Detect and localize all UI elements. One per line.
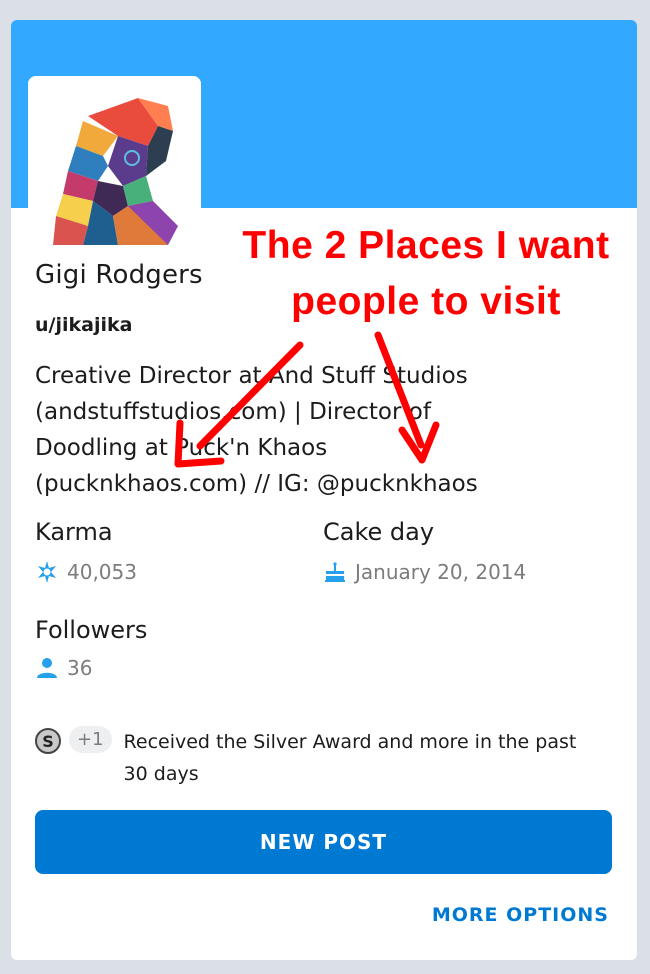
profile-bio: Creative Director at And Stuff Studios (… bbox=[35, 363, 478, 497]
karma-icon bbox=[35, 560, 59, 584]
karma-value-row: 40,053 bbox=[35, 560, 137, 584]
annotation-line-1: The 2 Places I want bbox=[242, 224, 610, 267]
award-count-badge: +1 bbox=[69, 726, 112, 753]
cake-icon bbox=[323, 560, 347, 584]
followers-value-row[interactable]: 36 bbox=[35, 656, 92, 680]
cake-day-value: January 20, 2014 bbox=[355, 560, 527, 584]
person-icon bbox=[35, 656, 59, 680]
followers-value: 36 bbox=[67, 656, 93, 680]
username[interactable]: u/jikajika bbox=[35, 314, 132, 336]
cake-day-label: Cake day bbox=[323, 518, 435, 546]
cake-day-value-row: January 20, 2014 bbox=[323, 560, 526, 584]
annotation-line-2: people to visit bbox=[291, 280, 561, 323]
followers-label: Followers bbox=[35, 616, 148, 644]
award-text: Received the Silver Award and more in th… bbox=[123, 731, 577, 785]
award-row[interactable]: S +1 Received the Silver Award and more … bbox=[35, 726, 605, 790]
avatar[interactable] bbox=[28, 76, 201, 245]
avatar-image bbox=[28, 76, 201, 245]
karma-value: 40,053 bbox=[67, 560, 137, 584]
display-name: Gigi Rodgers bbox=[35, 260, 203, 290]
new-post-button[interactable]: NEW POST bbox=[35, 810, 612, 874]
profile-card: Gigi Rodgers u/jikajika Creative Directo… bbox=[11, 20, 637, 960]
more-options-button[interactable]: MORE OPTIONS bbox=[432, 904, 609, 926]
silver-award-icon: S bbox=[35, 728, 61, 754]
karma-label: Karma bbox=[35, 518, 113, 546]
